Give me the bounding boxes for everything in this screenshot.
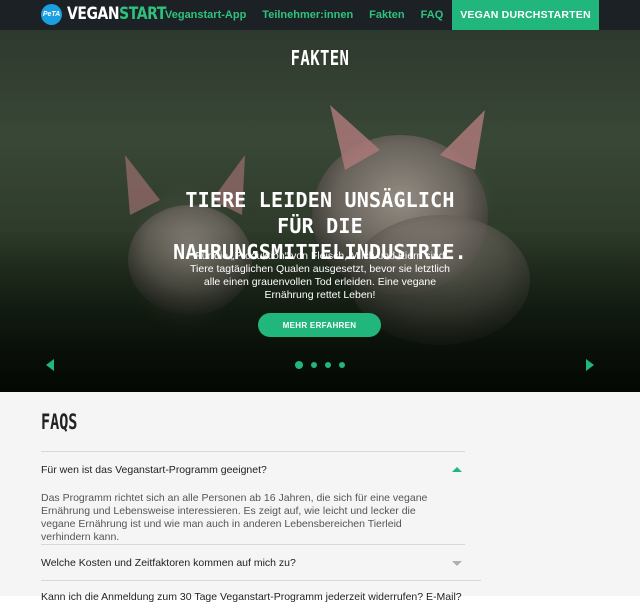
slider-dot-4[interactable] [339,362,345,368]
hero-description: Für die „Produktion“ von Fleisch, Milch … [190,250,450,301]
vegan-start-cta-button[interactable]: VEGAN DURCHSTARTEN [452,0,599,30]
faq-section: FAQS Für wen ist das Veganstart-Programm… [0,392,640,603]
top-navbar: PeTA VEGANSTART Veganstart-App Teilnehme… [0,0,640,30]
slider-dots [295,361,353,369]
learn-more-button[interactable]: MEHR ERFAHREN [258,313,381,337]
nav-link-participants[interactable]: Teilnehmer:innen [262,9,353,21]
slider-next-arrow-icon[interactable] [586,359,594,371]
faq-question-1[interactable]: Für wen ist das Veganstart-Programm geei… [41,464,465,476]
faq-question-3[interactable]: Kann ich die Anmeldung zum 30 Tage Vegan… [41,591,481,603]
chevron-down-icon[interactable] [452,561,462,566]
faq-question-2[interactable]: Welche Kosten und Zeitfaktoren kommen au… [41,557,465,569]
faq-heading: FAQS [41,410,78,434]
faq-item: Kann ich die Anmeldung zum 30 Tage Vegan… [41,580,481,616]
peta-badge: PeTA [41,4,62,25]
nav-link-facts[interactable]: Fakten [369,9,404,21]
faq-answer-1: Das Programm richtet sich an alle Person… [41,492,428,543]
slider-dot-1[interactable] [295,361,303,369]
faq-item: Welche Kosten und Zeitfaktoren kommen au… [41,544,465,580]
nav-links: Veganstart-App Teilnehmer:innen Fakten F… [165,0,459,30]
nav-link-faq[interactable]: FAQ [421,9,444,21]
faq-item-expanded: Für wen ist das Veganstart-Programm geei… [41,451,465,544]
chevron-up-icon[interactable] [452,467,462,472]
hero-slider: FAKTEN TIERE LEIDEN UNSÄGLICH FÜR DIE NA… [0,30,640,392]
slider-dot-2[interactable] [311,362,317,368]
slider-dot-3[interactable] [325,362,331,368]
slider-prev-arrow-icon[interactable] [46,359,54,371]
nav-link-app[interactable]: Veganstart-App [165,9,246,21]
brand-wordmark: VEGANSTART [67,4,166,24]
hero-section-label: FAKTEN [290,46,350,70]
